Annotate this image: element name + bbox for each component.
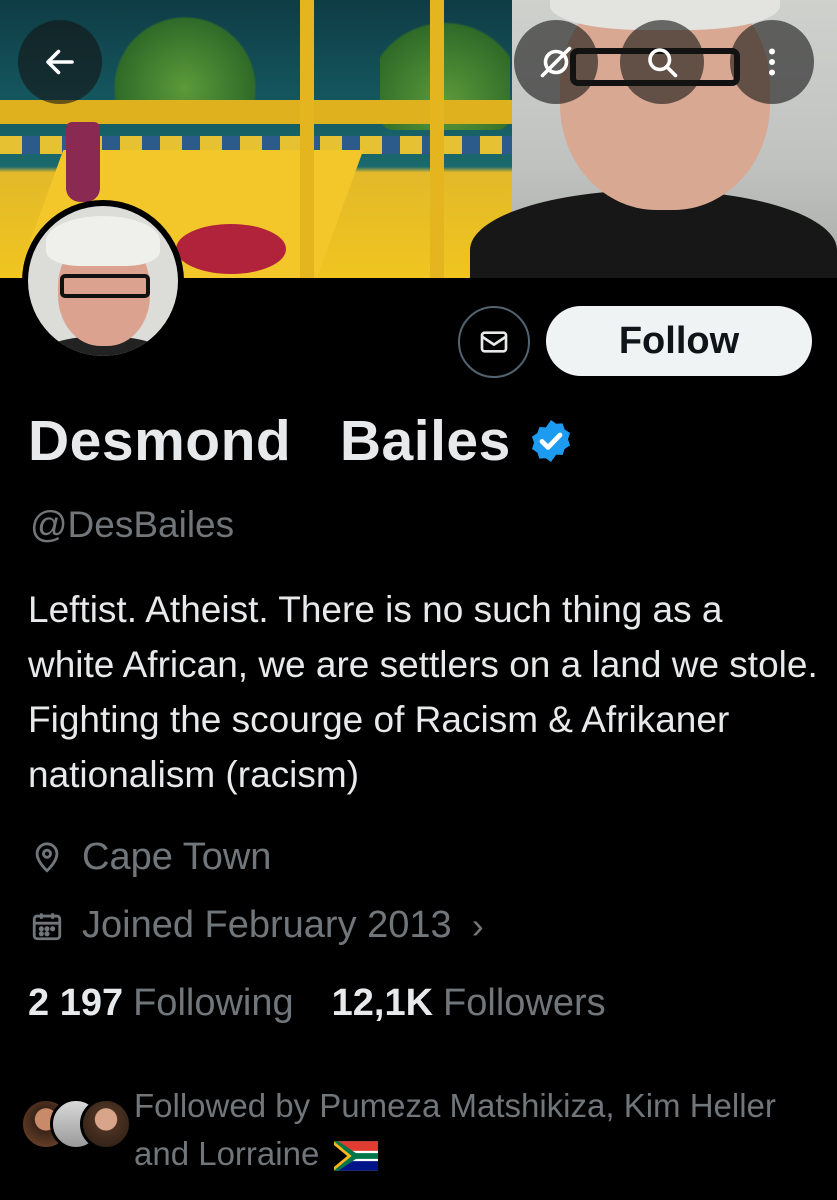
location-text: Cape Town: [82, 836, 272, 878]
grok-button[interactable]: [514, 20, 598, 104]
south-africa-flag-icon: [334, 1141, 379, 1171]
avatar-image: [28, 206, 178, 356]
calendar-icon: [32, 912, 62, 940]
follow-button[interactable]: Follow: [546, 306, 812, 376]
chevron-right-icon: ›: [471, 904, 484, 946]
handle: @DesBailes: [30, 504, 235, 545]
following-label: Following: [133, 982, 294, 1024]
location-row: Cape Town: [30, 836, 271, 879]
following-link[interactable]: 2 197 Following: [28, 982, 294, 1025]
followed-by[interactable]: Followed by Pumeza Matshikiza, Kim Helle…: [20, 1082, 784, 1178]
bowl: [176, 224, 286, 274]
mutual-avatar: [80, 1098, 132, 1150]
location-pin-icon: [35, 841, 59, 873]
followers-link[interactable]: 12,1K Followers: [332, 982, 606, 1025]
followers-label: Followers: [443, 982, 606, 1024]
post: [300, 0, 314, 278]
following-count: 2 197: [28, 982, 124, 1024]
search-button[interactable]: [620, 20, 704, 104]
name-row: Desmond Bailes: [28, 408, 575, 474]
back-button[interactable]: [18, 20, 102, 104]
arrow-left-icon: [46, 49, 74, 75]
joined-row[interactable]: Joined February 2013 ›: [30, 904, 484, 947]
avatar[interactable]: [22, 200, 184, 362]
avatar-glasses: [60, 274, 150, 298]
post: [430, 0, 444, 278]
joined-text: Joined February 2013: [82, 904, 452, 946]
display-name: Desmond Bailes: [28, 409, 511, 473]
mutual-avatars: [20, 1098, 132, 1158]
bio: Leftist. Atheist. There is no such thing…: [28, 589, 818, 795]
avatar-hair: [46, 216, 160, 266]
grok-icon: [540, 46, 572, 78]
follow-stats: 2 197 Following 12,1K Followers: [28, 982, 644, 1025]
followed-by-label: Followed by Pumeza Matshikiza, Kim Helle…: [134, 1087, 776, 1172]
more-button[interactable]: [730, 20, 814, 104]
search-icon: [648, 48, 678, 78]
palm-decoration: [110, 0, 260, 110]
verified-badge-icon[interactable]: [527, 417, 575, 465]
mail-icon: [480, 331, 508, 353]
followed-by-text: Followed by Pumeza Matshikiza, Kim Helle…: [134, 1082, 784, 1178]
message-button[interactable]: [458, 306, 530, 378]
more-vertical-icon: [769, 48, 775, 76]
vase: [66, 122, 100, 202]
followers-count: 12,1K: [331, 982, 434, 1024]
